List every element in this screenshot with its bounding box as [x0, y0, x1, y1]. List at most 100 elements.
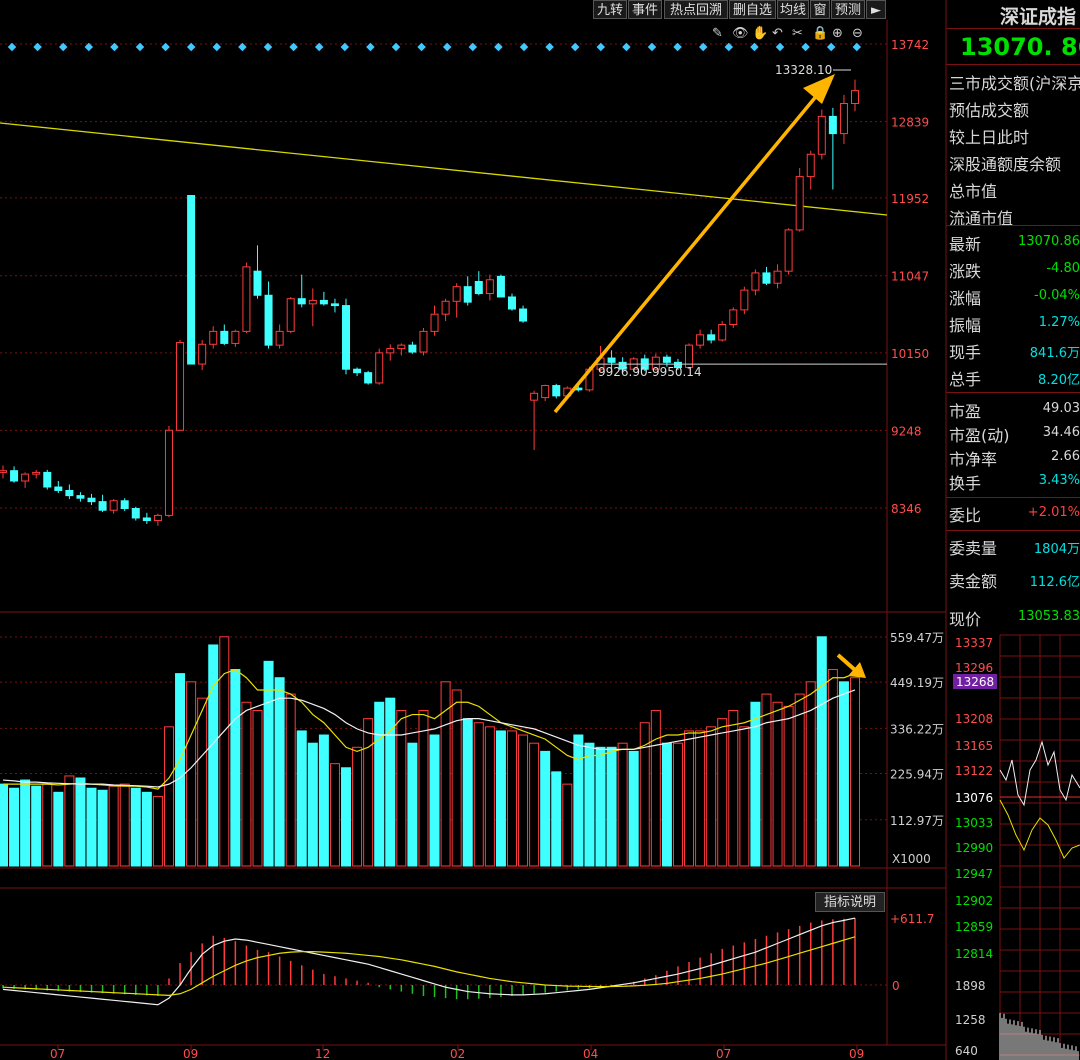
candle-body	[408, 344, 417, 353]
volume-bar	[152, 795, 163, 867]
tool-button-window[interactable]: 窗	[810, 0, 830, 19]
candle-body	[76, 495, 85, 499]
candle-body	[10, 470, 19, 482]
volume-bar	[495, 730, 506, 867]
price-tick-label: 10150	[891, 347, 929, 361]
chart-tool-icon: 🔒	[812, 26, 828, 41]
tool-button-jiuzhuan[interactable]: 九转	[593, 0, 627, 19]
volume-bar	[706, 726, 717, 867]
volume-bar	[363, 718, 374, 867]
candle-body	[541, 385, 550, 399]
candle-body	[419, 330, 428, 353]
candle-body	[485, 279, 494, 295]
panel-separator	[946, 64, 1080, 65]
mini-tick-label: 1898	[955, 979, 986, 993]
volume-bar	[650, 709, 661, 867]
quote-label: 委卖量	[949, 539, 998, 558]
price-tick-label: 9248	[891, 424, 922, 438]
volume-bar	[130, 787, 141, 867]
candle-body	[773, 270, 782, 284]
volume-tick-label: 449.19万	[890, 676, 944, 690]
mini-tick-label: 12814	[955, 947, 993, 961]
candle-body	[54, 486, 63, 491]
volume-bar	[329, 763, 340, 867]
volume-bar	[296, 730, 307, 867]
tool-button-remove-watchlist[interactable]: 删自选	[729, 0, 776, 19]
mini-tick-label: 12947	[955, 867, 993, 881]
candle-body	[209, 330, 218, 345]
collapse-panel-icon[interactable]: ►	[866, 0, 886, 19]
index-name: 深证成指	[1000, 6, 1077, 28]
volume-arrow-shaft	[836, 653, 857, 672]
macd-tick-label: +611.7	[890, 912, 934, 926]
volume-bar	[175, 673, 186, 867]
quote-label: 换手	[949, 474, 982, 493]
candle-body	[851, 90, 859, 105]
candle-body	[530, 392, 539, 401]
candle-body	[32, 471, 41, 475]
candle-body	[0, 470, 7, 473]
candle-body	[507, 296, 516, 310]
tool-button-events[interactable]: 事件	[628, 0, 662, 19]
signal-diamond-icon	[391, 42, 401, 52]
xaxis-tick-label: 04	[583, 1047, 598, 1060]
tool-button-hot-review[interactable]: 热点回溯	[664, 0, 728, 19]
candle-body	[308, 299, 317, 305]
mini-tick-label: 13337	[955, 636, 993, 650]
quote-value: 1804万	[1033, 542, 1080, 557]
volume-bar	[672, 742, 683, 867]
candle-body	[430, 313, 439, 332]
mini-tick-label: 13033	[955, 816, 993, 830]
candle-body	[795, 176, 804, 231]
candle-body	[187, 195, 196, 365]
volume-bar	[551, 771, 562, 867]
volume-bar	[506, 730, 517, 867]
northbound-quota-label: 深股通额度余额	[949, 155, 1062, 174]
volume-bar	[385, 697, 396, 867]
candle-body	[98, 501, 107, 511]
volume-bar	[285, 693, 296, 867]
tool-button-forecast[interactable]: 预测	[831, 0, 865, 19]
quote-value: 13053.83	[1017, 609, 1080, 624]
volume-bar	[197, 697, 208, 867]
candle-body	[109, 500, 118, 511]
xaxis-tick-label: 09	[183, 1047, 198, 1060]
volume-bar	[86, 787, 97, 867]
signal-diamond-icon	[801, 42, 810, 52]
macd-dif-line	[2, 917, 856, 1006]
volume-bar	[208, 644, 219, 867]
high-annotation: 13328.10	[775, 63, 832, 77]
candle-body	[839, 103, 848, 135]
indicator-explain-button[interactable]: 指标说明	[815, 892, 885, 912]
candle-body	[131, 508, 140, 519]
stock-chart: 13742 12839 11952 11047 10150 9248 8346 ✎ 👁 ✋ ↶ ✂ 🔒 ⊕…	[0, 0, 1080, 1060]
volume-bar	[64, 775, 75, 867]
volume-tick-label: 559.47万	[890, 631, 944, 645]
candle-body	[828, 115, 837, 135]
volume-bar	[628, 750, 639, 867]
volume-bar	[429, 734, 440, 867]
volume-bar	[352, 746, 363, 867]
chart-tool-icon: ↶	[772, 26, 783, 41]
tool-button-ma[interactable]: 均线	[777, 0, 809, 19]
volume-bar	[794, 693, 805, 867]
quote-value: 8.20亿	[1038, 373, 1080, 388]
volume-bar	[108, 785, 119, 867]
mini-tick-label: 13122	[955, 764, 993, 778]
candle-body	[242, 266, 251, 332]
quote-value: -4.80	[1046, 261, 1080, 276]
volume-bar	[230, 669, 241, 867]
xaxis-tick-label: 12	[315, 1047, 330, 1060]
candle-body	[330, 303, 339, 307]
candle-body	[353, 368, 362, 374]
gap-annotation: 9926.90-9950.14	[598, 365, 702, 379]
quote-label: 涨幅	[949, 289, 982, 308]
mini-tick-label: 1258	[955, 1013, 986, 1027]
trend-arrow-head-icon	[803, 74, 835, 104]
volume-tick-label: 112.97万	[890, 814, 944, 828]
signal-diamond-icon	[135, 42, 145, 52]
volume-bar	[850, 677, 860, 867]
volume-bar	[163, 726, 174, 867]
candle-body	[463, 286, 472, 303]
chart-tool-icon: ✎	[712, 26, 723, 41]
